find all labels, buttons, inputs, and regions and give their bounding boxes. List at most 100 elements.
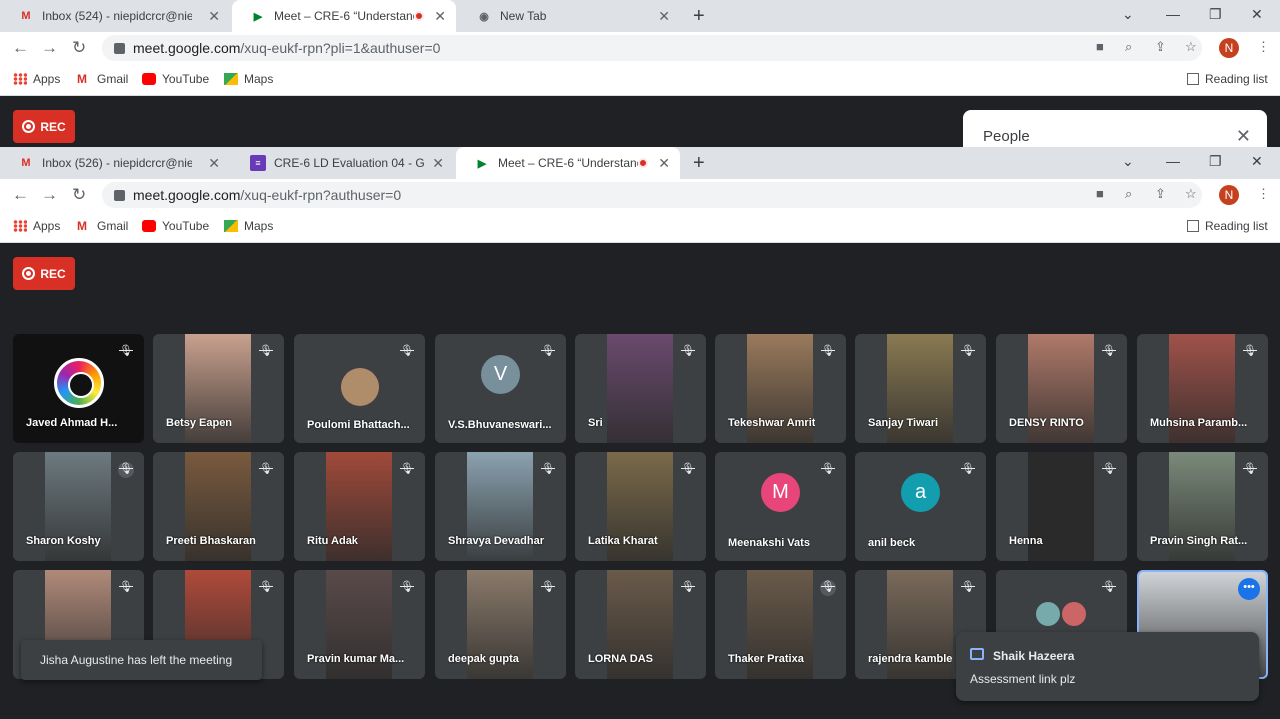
mic-off-icon: 🎙︎: [118, 462, 134, 478]
tab-gmail[interactable]: M Inbox (526) - niepidcrcr@niepid.i ✕: [0, 147, 230, 179]
close-window-icon[interactable]: ✕: [1251, 6, 1263, 23]
zoom-icon[interactable]: ⌕: [1125, 186, 1132, 202]
bookmark-star-icon[interactable]: ☆: [1185, 39, 1197, 55]
close-icon[interactable]: ✕: [658, 155, 670, 172]
close-icon[interactable]: ✕: [208, 8, 220, 25]
participant-name: V.S.Bhuvaneswari...: [448, 419, 552, 431]
tab-title: Meet – CRE-6 “Understandin: [498, 156, 638, 170]
participant-tile[interactable]: 🎙︎ deepak gupta: [435, 570, 566, 679]
participant-tile[interactable]: 🎙︎ Betsy Eapen: [153, 334, 284, 443]
bookmark-apps[interactable]: Apps: [13, 219, 60, 233]
minimize-icon[interactable]: —: [1166, 153, 1180, 169]
camera-icon[interactable]: ■: [1096, 39, 1104, 54]
participant-avatar: V: [481, 355, 520, 394]
tab-search-icon[interactable]: ⌄: [1122, 6, 1134, 23]
tab-gmail[interactable]: M Inbox (524) - niepidcrcr@niepid.i ✕: [0, 0, 230, 32]
participant-tile[interactable]: 🎙︎ DENSY RINTO: [996, 334, 1127, 443]
minimize-icon[interactable]: —: [1166, 6, 1180, 22]
recording-indicator-icon: [414, 11, 424, 21]
tab-strip: M Inbox (524) - niepidcrcr@niepid.i ✕ ▶ …: [0, 0, 1280, 32]
new-tab-button[interactable]: +: [693, 153, 705, 173]
participant-tile[interactable]: 🎙︎ Latika Kharat: [575, 452, 706, 561]
participant-tile[interactable]: 🎙︎ Javed Ahmad H...: [13, 334, 144, 443]
tab-new-tab[interactable]: ◉ New Tab ✕: [458, 0, 680, 32]
close-icon[interactable]: ✕: [432, 155, 444, 172]
reading-list[interactable]: Reading list: [1187, 219, 1268, 233]
camera-logo-icon: [54, 358, 104, 408]
profile-avatar[interactable]: N: [1219, 185, 1239, 205]
tab-meet[interactable]: ▶ Meet – CRE-6 “Understandin ✕: [232, 0, 456, 32]
zoom-icon[interactable]: ⌕: [1125, 39, 1132, 55]
forward-icon[interactable]: →: [41, 185, 58, 205]
recording-indicator-icon: [638, 158, 648, 168]
participant-tile[interactable]: 🎙︎ Preeti Bhaskaran: [153, 452, 284, 561]
url-field[interactable]: meet.google.com /xuq-eukf-rpn?authuser=0: [102, 182, 1202, 208]
share-icon[interactable]: ⇪: [1155, 186, 1166, 202]
participant-tile[interactable]: 🎙︎ Shravya Devadhar: [435, 452, 566, 561]
participant-tile[interactable]: 🎙︎ Poulomi Bhattach...: [294, 334, 425, 443]
reading-list[interactable]: Reading list: [1187, 72, 1268, 86]
tab-search-icon[interactable]: ⌄: [1122, 153, 1134, 170]
participant-tile[interactable]: 🎙︎ Pravin kumar Ma...: [294, 570, 425, 679]
reading-list-icon: [1187, 73, 1199, 85]
mic-off-icon: 🎙︎: [820, 580, 836, 596]
mic-off-icon: 🎙︎: [1102, 345, 1116, 357]
participant-tile[interactable]: 🎙︎ Sharon Koshy: [13, 452, 144, 561]
bookmark-gmail[interactable]: M Gmail: [77, 72, 128, 86]
participant-name: rajendra kamble: [868, 653, 953, 665]
participant-tile[interactable]: 🎙︎ Pravin Singh Rat...: [1137, 452, 1268, 561]
participant-tile[interactable]: V 🎙︎ V.S.Bhuvaneswari...: [435, 334, 566, 443]
gmail-icon: M: [77, 72, 87, 86]
close-icon[interactable]: ✕: [658, 8, 670, 25]
maximize-icon[interactable]: ❐: [1209, 6, 1222, 23]
participant-tile[interactable]: 🎙︎ Ritu Adak: [294, 452, 425, 561]
participant-tile[interactable]: 🎙︎ Muhsina Paramb...: [1137, 334, 1268, 443]
meet-icon: ▶: [253, 10, 263, 23]
close-icon[interactable]: ✕: [1236, 126, 1251, 147]
reload-icon[interactable]: ↻: [72, 38, 86, 58]
new-tab-button[interactable]: +: [693, 6, 705, 26]
close-icon[interactable]: ✕: [434, 8, 446, 25]
back-icon[interactable]: ←: [12, 38, 29, 58]
meet-icon: ▶: [477, 157, 487, 170]
tab-forms[interactable]: ≡ CRE-6 LD Evaluation 04 - Google ✕: [232, 147, 454, 179]
reload-icon[interactable]: ↻: [72, 185, 86, 205]
profile-avatar[interactable]: N: [1219, 38, 1239, 58]
bookmark-star-icon[interactable]: ☆: [1185, 186, 1197, 202]
participant-tile[interactable]: 🎙︎ Thaker Pratixa: [715, 570, 846, 679]
participant-tile[interactable]: M 🎙︎ Meenakshi Vats: [715, 452, 846, 561]
left-meeting-toast: Jisha Augustine has left the meeting: [21, 640, 262, 680]
camera-icon[interactable]: ■: [1096, 186, 1104, 201]
bookmark-youtube[interactable]: YouTube: [142, 72, 209, 86]
close-icon[interactable]: ✕: [208, 155, 220, 172]
menu-icon[interactable]: ⋮: [1257, 39, 1270, 55]
share-icon[interactable]: ⇪: [1155, 39, 1166, 55]
participant-tile[interactable]: 🎙︎ Sri: [575, 334, 706, 443]
bookmark-maps[interactable]: Maps: [224, 72, 273, 86]
participant-tile[interactable]: 🎙︎ LORNA DAS: [575, 570, 706, 679]
bookmark-gmail[interactable]: M Gmail: [77, 219, 128, 233]
bookmark-maps[interactable]: Maps: [224, 219, 273, 233]
bookmark-youtube[interactable]: YouTube: [142, 219, 209, 233]
participant-tile[interactable]: a 🎙︎ anil beck: [855, 452, 986, 561]
chat-notification[interactable]: Shaik Hazeera Assessment link plz: [956, 632, 1259, 701]
maximize-icon[interactable]: ❐: [1209, 153, 1222, 170]
participant-tile[interactable]: 🎙︎ Sanjay Tiwari: [855, 334, 986, 443]
mic-off-icon: 🎙︎: [681, 345, 695, 357]
url-field[interactable]: meet.google.com /xuq-eukf-rpn?pli=1&auth…: [102, 35, 1202, 61]
participant-tile[interactable]: 🎙︎ Tekeshwar Amrit: [715, 334, 846, 443]
participant-tile[interactable]: 🎙︎ Henna: [996, 452, 1127, 561]
bookmark-apps[interactable]: Apps: [13, 72, 60, 86]
mic-off-icon: 🎙︎: [681, 581, 695, 593]
record-icon: [22, 120, 36, 133]
participant-name: Meenakshi Vats: [728, 537, 810, 549]
menu-icon[interactable]: ⋮: [1257, 186, 1270, 202]
more-options-icon[interactable]: •••: [1238, 578, 1260, 600]
forward-icon[interactable]: →: [41, 38, 58, 58]
close-window-icon[interactable]: ✕: [1251, 153, 1263, 170]
apps-grid-icon: [13, 73, 27, 85]
participant-name: deepak gupta: [448, 653, 519, 665]
tab-meet[interactable]: ▶ Meet – CRE-6 “Understandin ✕: [456, 147, 680, 179]
youtube-icon: [142, 220, 156, 232]
back-icon[interactable]: ←: [12, 185, 29, 205]
